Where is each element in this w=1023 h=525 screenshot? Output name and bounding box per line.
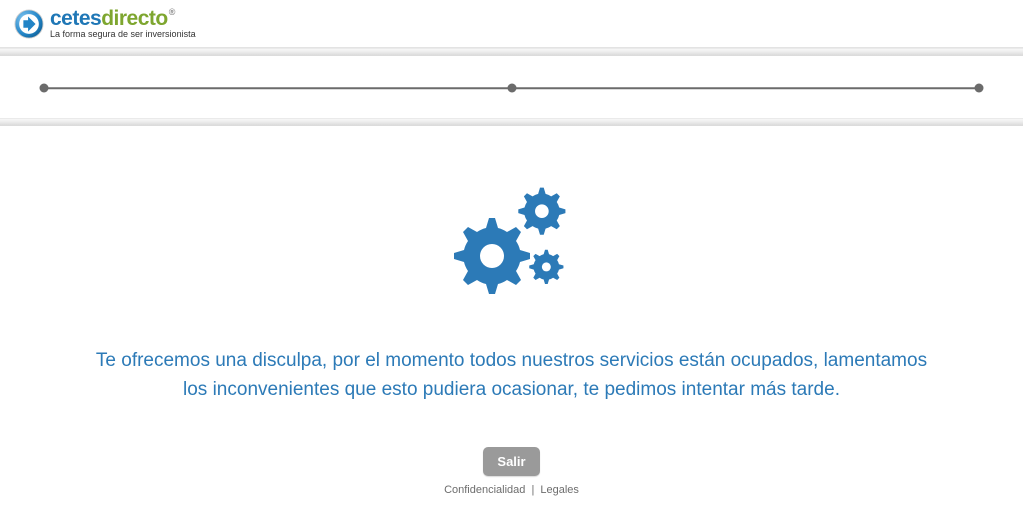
progress-stepper: [40, 82, 983, 94]
logo-text: cetesdirecto® La forma segura de ser inv…: [50, 8, 196, 39]
header: cetesdirecto® La forma segura de ser inv…: [0, 0, 1023, 48]
logo-tagline: La forma segura de ser inversionista: [50, 30, 196, 39]
footer-separator: |: [531, 484, 534, 496]
registered-mark: ®: [169, 8, 175, 17]
logo-name: cetesdirecto®: [50, 8, 196, 29]
gears-icon: [447, 176, 577, 306]
legal-link[interactable]: Legales: [540, 484, 579, 496]
logo-part1: cetes: [50, 8, 101, 29]
logo-part2: directo: [101, 8, 168, 29]
stepper-dot-3: [975, 84, 984, 93]
stepper-dot-1: [40, 84, 49, 93]
brand-logo: cetesdirecto® La forma segura de ser inv…: [14, 8, 196, 39]
divider-bar-mid: [0, 118, 1023, 126]
arrow-right-circle-icon: [14, 9, 44, 39]
stepper-dot-2: [507, 84, 516, 93]
divider-bar-top: [0, 48, 1023, 56]
exit-button[interactable]: Salir: [483, 447, 539, 476]
main-content: Te ofrecemos una disculpa, por el moment…: [0, 126, 1023, 496]
confidentiality-link[interactable]: Confidencialidad: [444, 484, 525, 496]
service-busy-message: Te ofrecemos una disculpa, por el moment…: [52, 346, 972, 405]
footer-links: Confidencialidad | Legales: [0, 484, 1023, 496]
